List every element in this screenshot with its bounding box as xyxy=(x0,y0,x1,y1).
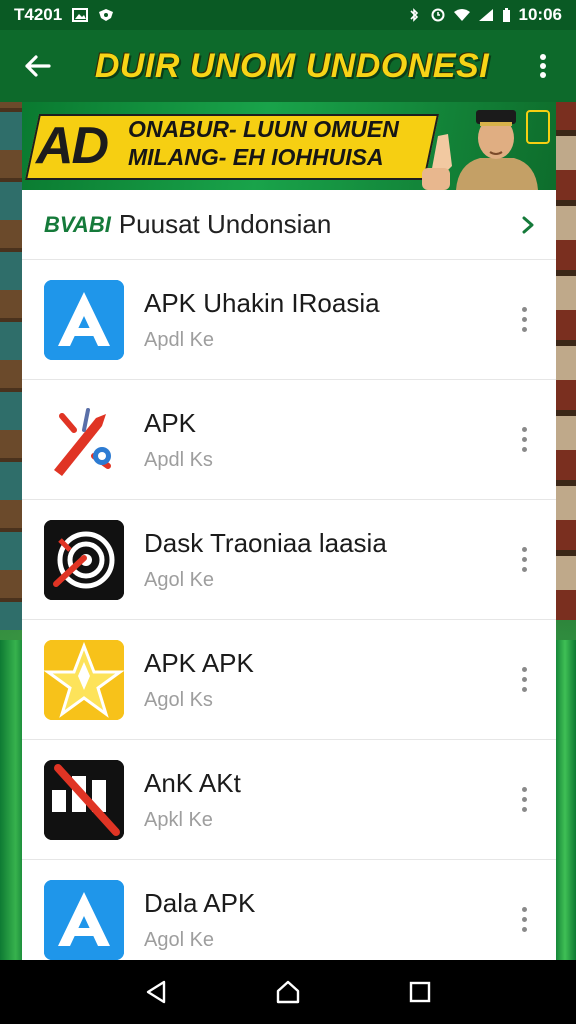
more-vert-icon xyxy=(540,54,546,78)
app-name: APK Uhakin IRoasia xyxy=(144,288,380,318)
triangle-back-icon xyxy=(146,980,166,1004)
item-menu-button[interactable] xyxy=(512,540,536,580)
red-rocket-icon xyxy=(44,399,124,480)
wifi-icon xyxy=(453,9,470,21)
app-subtitle: Agol Ks xyxy=(144,689,213,711)
banner-line-2: MILANG- EH IOHHUISA xyxy=(128,144,384,170)
yellow-star-icon xyxy=(44,639,124,720)
nav-back-button[interactable] xyxy=(136,972,176,1012)
shield-notification-icon xyxy=(99,9,114,21)
back-button[interactable] xyxy=(18,47,56,85)
chevron-right-icon xyxy=(522,216,534,233)
section-label: Puusat Undonsian xyxy=(118,209,332,239)
item-menu-button[interactable] xyxy=(512,660,536,700)
target-icon xyxy=(44,519,124,600)
app-title: DUIR UNOM UNDONESI xyxy=(94,46,490,85)
gallery-notification-icon xyxy=(72,8,89,22)
blue-a-icon xyxy=(44,279,124,360)
app-bar: DUIR UNOM UNDONESI xyxy=(0,30,576,102)
app-name: APK xyxy=(144,408,197,438)
app-list-card: BVABI Puusat Undonsian APK Uhakin IRoasi… xyxy=(22,190,556,960)
status-left-text: T4201 xyxy=(14,5,63,24)
app-subtitle: Apkl Ke xyxy=(144,809,213,831)
list-item[interactable]: APK Uhakin IRoasia Apdl Ke xyxy=(22,260,556,380)
status-time: 10:06 xyxy=(518,5,562,24)
blue-a-icon xyxy=(44,879,124,960)
item-menu-button[interactable] xyxy=(512,780,536,820)
home-icon xyxy=(276,980,300,1004)
banner-line-1: ONABUR- LUUN OMUEN xyxy=(128,116,399,142)
app-name: Dala APK xyxy=(144,888,256,918)
list-item[interactable]: APK APK Agol Ks xyxy=(22,620,556,740)
app-subtitle: Agol Ke xyxy=(144,929,215,951)
item-menu-button[interactable] xyxy=(512,300,536,340)
overflow-menu-button[interactable] xyxy=(528,47,558,85)
item-menu-button[interactable] xyxy=(512,420,536,460)
list-item[interactable]: Dask Traoniaa laasia Agol Ke xyxy=(22,500,556,620)
battery-icon xyxy=(502,8,510,22)
alarm-icon xyxy=(431,8,445,22)
promo-banner[interactable]: AD ONABUR- LUUN OMUEN MILANG- EH IOHHUIS… xyxy=(22,102,556,190)
square-recents-icon xyxy=(409,981,431,1003)
app-subtitle: Agol Ke xyxy=(144,569,215,591)
section-tag: BVABI xyxy=(44,211,111,237)
slash-blocks-icon xyxy=(44,759,124,840)
banner-big-text: AD xyxy=(36,117,109,175)
list-item[interactable]: AnK AKt Apkl Ke xyxy=(22,740,556,860)
background-foliage-right xyxy=(554,640,576,960)
banner-person-illustration xyxy=(422,110,538,190)
list-item[interactable]: APK Apdl Ks xyxy=(22,380,556,500)
nav-recents-button[interactable] xyxy=(400,972,440,1012)
list-item[interactable]: Dala APK Agol Ke xyxy=(22,860,556,960)
app-name: APK APK xyxy=(144,648,254,678)
app-name: Dask Traoniaa laasia xyxy=(144,528,387,558)
system-nav-bar xyxy=(0,960,576,1024)
item-menu-button[interactable] xyxy=(512,900,536,940)
app-name: AnK AKt xyxy=(144,768,241,798)
bluetooth-icon xyxy=(409,8,418,22)
app-subtitle: Apdl Ks xyxy=(144,449,213,471)
app-subtitle: Apdl Ke xyxy=(144,329,215,351)
arrow-left-icon xyxy=(25,55,51,77)
status-bar: T4201 10:06 xyxy=(0,0,576,30)
section-header[interactable]: BVABI Puusat Undonsian xyxy=(22,190,556,260)
signal-icon xyxy=(478,9,493,21)
nav-home-button[interactable] xyxy=(268,972,308,1012)
banner-emblem-icon xyxy=(526,110,550,144)
